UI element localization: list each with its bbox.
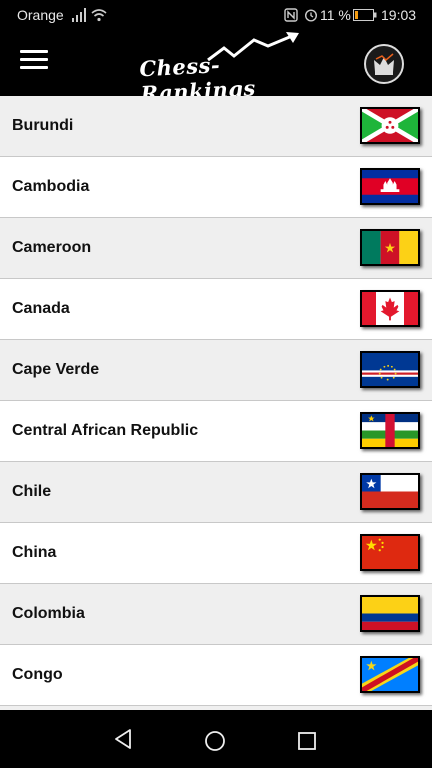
home-icon[interactable] [204, 730, 226, 752]
list-item[interactable]: Colombia [0, 584, 432, 645]
king-crown-icon[interactable] [364, 44, 404, 84]
country-name: Central African Republic [12, 422, 199, 439]
hamburger-menu-icon[interactable] [20, 50, 48, 74]
china-flag [360, 534, 420, 571]
country-name: Colombia [12, 605, 85, 622]
country-name: Cambodia [12, 178, 90, 195]
country-list: Burundi Cambodia Cameroon Canada Cape Ve… [0, 96, 432, 710]
list-item[interactable]: Congo [0, 645, 432, 706]
signal-icon [72, 8, 86, 22]
navigation-bar [0, 710, 432, 768]
app-logo: Chess-Rankings [136, 30, 306, 106]
central-african-republic-flag [360, 412, 420, 449]
carrier-label: Orange [17, 7, 64, 23]
country-name: Cape Verde [12, 361, 100, 378]
back-icon[interactable] [112, 728, 134, 750]
congo-flag [360, 656, 420, 693]
canada-flag [360, 290, 420, 327]
chile-flag [360, 473, 420, 510]
country-name: China [12, 544, 57, 561]
cape-verde-flag [360, 351, 420, 388]
colombia-flag [360, 595, 420, 632]
list-item[interactable]: China [0, 523, 432, 584]
list-item[interactable]: Chile [0, 462, 432, 523]
list-item[interactable]: Cambodia [0, 157, 432, 218]
wifi-icon [91, 9, 107, 22]
country-name: Chile [12, 483, 52, 500]
country-name: Congo [12, 666, 63, 683]
list-item[interactable]: Cameroon [0, 218, 432, 279]
burundi-flag [360, 107, 420, 144]
battery-icon [353, 9, 377, 21]
country-name: Cameroon [12, 239, 92, 256]
nfc-icon [284, 8, 298, 22]
list-item[interactable]: Canada [0, 279, 432, 340]
country-name: Burundi [12, 117, 74, 134]
list-item[interactable]: Cape Verde [0, 340, 432, 401]
alarm-icon [304, 9, 318, 22]
list-item[interactable]: Central African Republic [0, 401, 432, 462]
app-bar: Chess-Rankings [0, 30, 432, 106]
country-name: Canada [12, 300, 70, 317]
list-item[interactable]: Burundi [0, 96, 432, 157]
cambodia-flag [360, 168, 420, 205]
battery-percent: 11 % [320, 7, 351, 23]
clock: 19:03 [381, 7, 417, 23]
status-bar: Orange 11 % 19:03 [0, 0, 432, 30]
recent-apps-icon[interactable] [298, 732, 316, 750]
cameroon-flag [360, 229, 420, 266]
